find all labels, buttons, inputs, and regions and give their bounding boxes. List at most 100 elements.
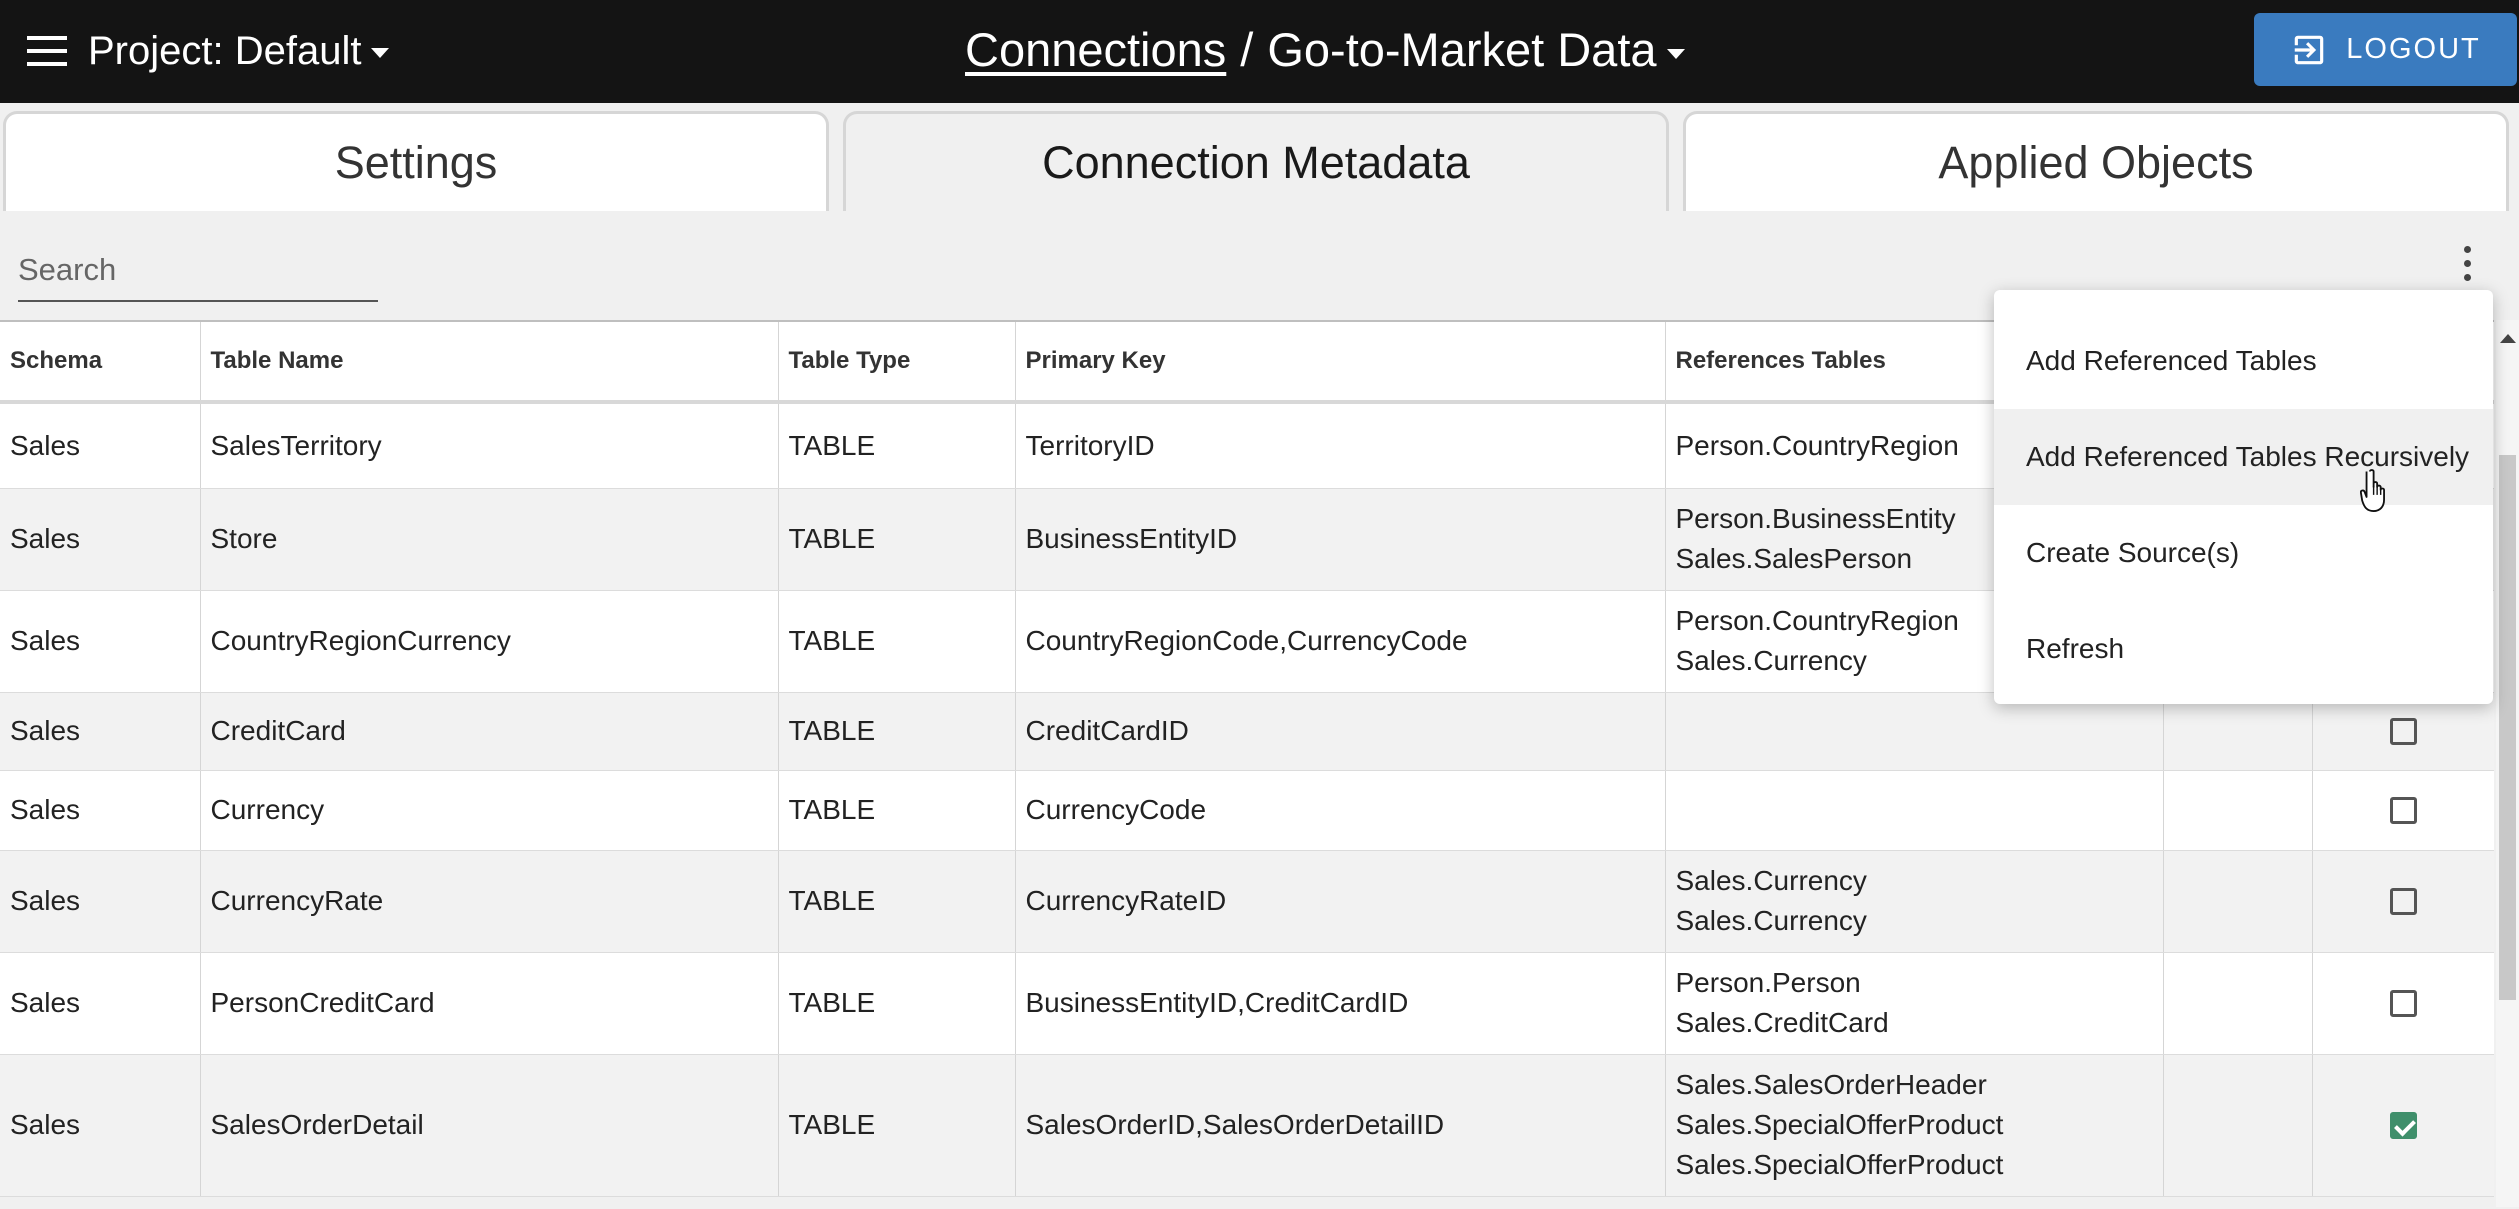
cell-table-type: TABLE bbox=[778, 402, 1016, 489]
cell-table-name: SalesOrderDetail bbox=[200, 1054, 779, 1197]
cell-schema: Sales bbox=[0, 952, 201, 1055]
cell-references-tables: Person.Person Sales.CreditCard bbox=[1665, 952, 2164, 1055]
scrollbar-thumb[interactable] bbox=[2499, 455, 2516, 1000]
breadcrumb: Connections / Go-to-Market Data bbox=[965, 24, 1685, 76]
cell-table-type: TABLE bbox=[778, 850, 1016, 953]
table-row[interactable]: Sales PersonCreditCard TABLE BusinessEntity… bbox=[0, 952, 2494, 1055]
cell-table-type: TABLE bbox=[778, 488, 1016, 591]
table-row[interactable]: Sales SalesOrderDetail TABLE SalesOrderID,S… bbox=[0, 1054, 2494, 1197]
logout-button[interactable]: LOGOUT bbox=[2254, 13, 2517, 86]
cell-references-tables: Sales.Currency Sales.Currency bbox=[1665, 850, 2164, 953]
cell-blank bbox=[2163, 850, 2313, 953]
checkbox[interactable] bbox=[2389, 717, 2417, 745]
cell-select bbox=[2312, 770, 2494, 851]
checkbox[interactable] bbox=[2389, 796, 2417, 824]
cell-blank bbox=[2163, 770, 2313, 851]
column-header-table-name[interactable]: Table Name bbox=[200, 322, 779, 404]
cell-table-name: PersonCreditCard bbox=[200, 952, 779, 1055]
tab-settings[interactable]: Settings bbox=[3, 111, 829, 211]
table-row[interactable]: Sales Currency TABLE CurrencyCode bbox=[0, 770, 2494, 851]
column-header-schema[interactable]: Schema bbox=[0, 322, 201, 404]
tab-label: Settings bbox=[334, 136, 498, 188]
cell-table-name: CountryRegionCurrency bbox=[200, 590, 779, 693]
breadcrumb-link-connections[interactable]: Connections bbox=[965, 23, 1226, 76]
project-label: Project: bbox=[88, 29, 224, 73]
logout-icon bbox=[2295, 35, 2324, 64]
menu-item-label: Create Source(s) bbox=[2026, 537, 2240, 568]
cell-table-name: CurrencyRate bbox=[200, 850, 779, 953]
search-input[interactable] bbox=[18, 240, 378, 302]
cell-schema: Sales bbox=[0, 692, 201, 771]
referenced-table: Sales.SpecialOfferProduct bbox=[1675, 1149, 2004, 1180]
menu-item-add-referenced-tables[interactable]: Add Referenced Tables bbox=[1994, 313, 2493, 409]
caret-down-icon bbox=[371, 48, 390, 59]
checkbox-checked[interactable] bbox=[2389, 1111, 2417, 1139]
tab-label: Connection Metadata bbox=[1042, 136, 1470, 188]
hamburger-menu-icon[interactable] bbox=[27, 36, 67, 66]
cell-schema: Sales bbox=[0, 402, 201, 489]
tab-label: Applied Objects bbox=[1938, 136, 2254, 188]
column-header-primary-key[interactable]: Primary Key bbox=[1015, 322, 1666, 404]
cell-references-tables bbox=[1665, 770, 2164, 851]
referenced-table: Sales.SpecialOfferProduct bbox=[1675, 1109, 2004, 1140]
referenced-table: Sales.Currency bbox=[1675, 905, 1867, 936]
cell-table-type: TABLE bbox=[778, 692, 1016, 771]
menu-item-label: Add Referenced Tables Recursively bbox=[2026, 441, 2470, 472]
cell-primary-key: BusinessEntityID bbox=[1015, 488, 1666, 591]
cell-blank bbox=[2163, 952, 2313, 1055]
cell-schema: Sales bbox=[0, 1054, 201, 1197]
hand-pointer-cursor-icon bbox=[2360, 469, 2385, 512]
cell-schema: Sales bbox=[0, 770, 201, 851]
cell-schema: Sales bbox=[0, 590, 201, 693]
connection-selector[interactable]: Go-to-Market Data bbox=[1267, 23, 1685, 76]
cell-table-name: SalesTerritory bbox=[200, 402, 779, 489]
referenced-table: Sales.CreditCard bbox=[1675, 1007, 1889, 1038]
cell-select bbox=[2312, 850, 2494, 953]
menu-item-label: Add Referenced Tables bbox=[2026, 345, 2317, 376]
breadcrumb-current: Go-to-Market Data bbox=[1267, 23, 1657, 76]
cell-schema: Sales bbox=[0, 850, 201, 953]
top-app-bar: Project: Default Connections / Go-to-Marke… bbox=[0, 0, 2519, 103]
cell-primary-key: BusinessEntityID,CreditCardID bbox=[1015, 952, 1666, 1055]
cell-table-type: TABLE bbox=[778, 952, 1016, 1055]
tab-connection-metadata[interactable]: Connection Metadata bbox=[843, 111, 1669, 211]
referenced-table: Person.Person bbox=[1675, 967, 1861, 998]
cell-table-type: TABLE bbox=[778, 770, 1016, 851]
checkbox[interactable] bbox=[2389, 989, 2417, 1017]
cell-primary-key: CurrencyRateID bbox=[1015, 850, 1666, 953]
cell-table-name: Currency bbox=[200, 770, 779, 851]
cell-references-tables: Sales.SalesOrderHeader Sales.SpecialOffer… bbox=[1665, 1054, 2164, 1197]
more-vertical-icon[interactable] bbox=[2460, 246, 2474, 286]
cell-table-name: CreditCard bbox=[200, 692, 779, 771]
cell-table-type: TABLE bbox=[778, 590, 1016, 693]
cell-table-type: TABLE bbox=[778, 1054, 1016, 1197]
cell-primary-key: CreditCardID bbox=[1015, 692, 1666, 771]
project-value: Default bbox=[234, 29, 362, 73]
cell-table-name: Store bbox=[200, 488, 779, 591]
referenced-table: Sales.SalesOrderHeader bbox=[1675, 1069, 1987, 1100]
checkbox[interactable] bbox=[2389, 887, 2417, 915]
caret-down-icon bbox=[1666, 48, 1685, 59]
menu-item-create-sources[interactable]: Create Source(s) bbox=[1994, 505, 2493, 601]
cell-primary-key: CurrencyCode bbox=[1015, 770, 1666, 851]
cell-select bbox=[2312, 1054, 2494, 1197]
tab-applied-objects[interactable]: Applied Objects bbox=[1683, 111, 2509, 211]
project-selector[interactable]: Project: Default bbox=[88, 26, 390, 76]
cell-blank bbox=[2163, 1054, 2313, 1197]
scroll-up-arrow-icon[interactable] bbox=[2500, 334, 2516, 343]
referenced-table: Sales.Currency bbox=[1675, 865, 1867, 896]
cell-select bbox=[2312, 952, 2494, 1055]
column-header-table-type[interactable]: Table Type bbox=[778, 322, 1016, 404]
cell-schema: Sales bbox=[0, 488, 201, 591]
menu-item-add-referenced-tables-recursively[interactable]: Add Referenced Tables Recursively bbox=[1994, 409, 2493, 505]
cell-primary-key: SalesOrderID,SalesOrderDetailID bbox=[1015, 1054, 1666, 1197]
actions-dropdown-menu: Add Referenced Tables Add Referenced Tab… bbox=[1994, 290, 2493, 704]
breadcrumb-separator: / bbox=[1240, 23, 1254, 76]
table-row[interactable]: Sales CurrencyRate TABLE CurrencyRateID Sale… bbox=[0, 850, 2494, 953]
vertical-scrollbar[interactable] bbox=[2496, 320, 2519, 1207]
menu-item-label: Refresh bbox=[2026, 633, 2125, 664]
logout-label: LOGOUT bbox=[2346, 33, 2481, 65]
menu-item-refresh[interactable]: Refresh bbox=[1994, 601, 2493, 697]
cell-primary-key: TerritoryID bbox=[1015, 402, 1666, 489]
cell-primary-key: CountryRegionCode,CurrencyCode bbox=[1015, 590, 1666, 693]
